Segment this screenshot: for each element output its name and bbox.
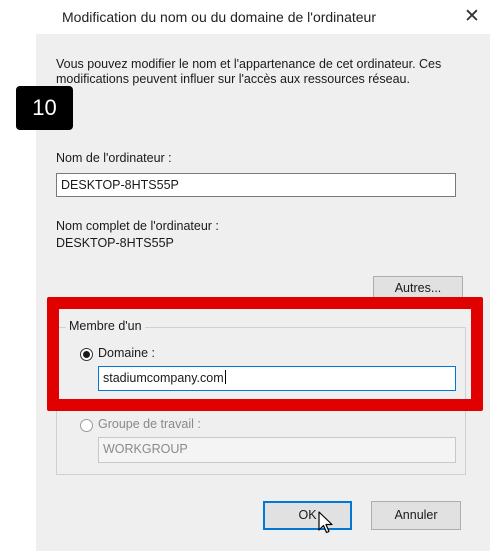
computer-name-value: DESKTOP-8HTS55P xyxy=(61,178,179,192)
close-icon[interactable]: ✕ xyxy=(460,5,484,29)
computer-name-label: Nom de l'ordinateur : xyxy=(56,151,172,165)
workgroup-radio[interactable] xyxy=(80,419,93,432)
cancel-button[interactable]: Annuler xyxy=(371,501,461,530)
dialog-title: Modification du nom ou du domaine de l'o… xyxy=(62,9,376,25)
annotation-highlight-box xyxy=(47,297,483,411)
mouse-pointer-icon xyxy=(318,511,333,534)
full-computer-name-label: Nom complet de l'ordinateur : xyxy=(56,219,219,233)
workgroup-label: Groupe de travail : xyxy=(98,417,201,431)
workgroup-value: WORKGROUP xyxy=(103,442,188,456)
workgroup-input[interactable]: WORKGROUP xyxy=(98,437,456,463)
dialog-description: Vous pouvez modifier le nom et l'apparte… xyxy=(56,57,442,86)
step-number-badge: 10 xyxy=(16,86,73,130)
computer-name-input[interactable]: DESKTOP-8HTS55P xyxy=(56,173,456,197)
title-bar: Modification du nom ou du domaine de l'o… xyxy=(0,0,491,38)
ok-button[interactable]: OK xyxy=(263,501,352,530)
full-computer-name-value: DESKTOP-8HTS55P xyxy=(56,236,174,250)
